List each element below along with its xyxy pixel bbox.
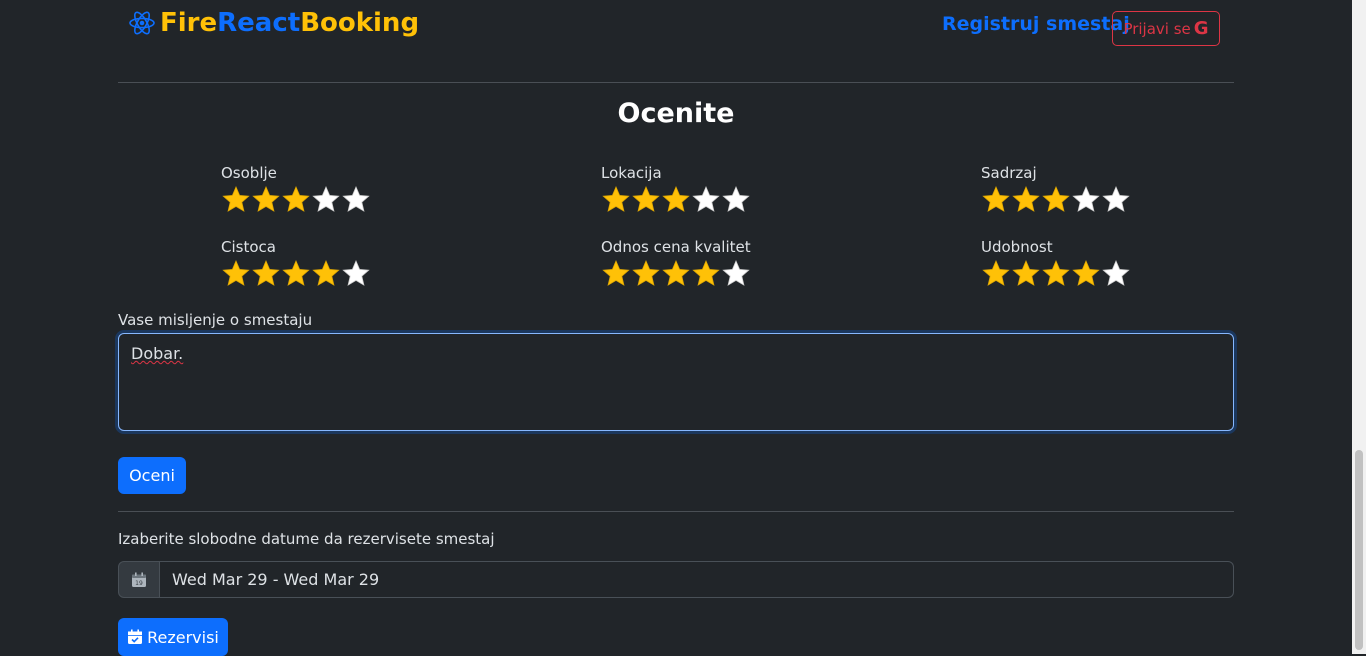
star-filled-icon[interactable] [1011,259,1041,289]
star-rating[interactable] [601,259,751,289]
star-empty-icon[interactable] [341,259,371,289]
star-empty-icon[interactable] [721,259,751,289]
star-empty-icon[interactable] [1101,259,1131,289]
scrollbar-thumb[interactable] [1355,450,1363,650]
login-button-label: Prijavi se [1123,19,1191,38]
brand-fire: Fire [160,8,218,38]
comment-label: Vase misljenje o smestaju [118,311,313,329]
rating-label: Sadrzaj [981,164,1037,182]
star-filled-icon[interactable] [311,259,341,289]
rating-label: Cistoca [221,238,276,256]
rating-label: Lokacija [601,164,662,182]
star-filled-icon[interactable] [1041,185,1071,215]
star-filled-icon[interactable] [221,259,251,289]
booking-divider [118,511,1234,512]
star-filled-icon[interactable] [631,185,661,215]
reserve-button[interactable]: Rezervisi [118,618,228,656]
login-button[interactable]: Prijavi se G [1112,11,1220,46]
star-empty-icon[interactable] [1101,185,1131,215]
star-rating[interactable] [981,185,1131,215]
page-scrollbar[interactable] [1352,0,1366,654]
star-filled-icon[interactable] [601,185,631,215]
star-rating[interactable] [601,185,751,215]
star-filled-icon[interactable] [631,259,661,289]
star-rating[interactable] [981,259,1131,289]
date-range-input[interactable] [160,561,1234,598]
star-filled-icon[interactable] [281,259,311,289]
rating-3: Sadrzaj [981,163,1131,215]
brand-react: React [217,8,301,38]
star-filled-icon[interactable] [601,259,631,289]
rating-1: Osoblje [221,163,371,215]
star-filled-icon[interactable] [981,259,1011,289]
google-icon: G [1193,18,1209,39]
star-empty-icon[interactable] [341,185,371,215]
page-container: FireReactBooking Registruj smestaj Prija… [118,0,1234,656]
date-range-picker[interactable]: 19 [118,561,1234,598]
rating-title: Ocenite [617,98,735,129]
rating-6: Udobnost [981,237,1131,289]
register-accommodation-link[interactable]: Registruj smestaj [942,13,1130,35]
rating-5: Odnos cena kvalitet [601,237,751,289]
star-rating[interactable] [221,259,371,289]
star-filled-icon[interactable] [251,185,281,215]
star-filled-icon[interactable] [661,259,691,289]
submit-rating-button[interactable]: Oceni [118,457,186,494]
submit-rating-label: Oceni [129,466,175,485]
navbar: FireReactBooking Registruj smestaj Prija… [118,0,1234,50]
rating-label: Udobnost [981,238,1053,256]
rating-label: Osoblje [221,164,277,182]
brand-logo[interactable]: FireReactBooking [128,8,419,38]
comment-textarea[interactable]: Dobar. [118,333,1234,431]
star-filled-icon[interactable] [251,259,281,289]
star-empty-icon[interactable] [1071,185,1101,215]
calendar-day-text: 19 [135,580,143,587]
rating-2: Lokacija [601,163,751,215]
star-filled-icon[interactable] [1041,259,1071,289]
rating-label: Odnos cena kvalitet [601,238,751,256]
star-rating[interactable] [221,185,371,215]
rating-4: Cistoca [221,237,371,289]
calendar-addon[interactable]: 19 [118,561,160,598]
star-filled-icon[interactable] [281,185,311,215]
calendar-icon: 19 [132,572,146,587]
star-filled-icon[interactable] [691,259,721,289]
react-icon [129,11,155,35]
reserve-button-label: Rezervisi [147,627,219,647]
star-empty-icon[interactable] [721,185,751,215]
calendar-check-icon [128,629,143,644]
star-filled-icon[interactable] [981,185,1011,215]
star-filled-icon[interactable] [221,185,251,215]
navbar-divider [118,82,1234,83]
star-filled-icon[interactable] [1011,185,1041,215]
star-empty-icon[interactable] [311,185,341,215]
star-empty-icon[interactable] [691,185,721,215]
star-filled-icon[interactable] [661,185,691,215]
star-filled-icon[interactable] [1071,259,1101,289]
comment-text: Dobar. [131,344,184,363]
dates-label: Izaberite slobodne datume da rezervisete… [118,530,495,548]
brand-booking: Booking [300,8,420,38]
